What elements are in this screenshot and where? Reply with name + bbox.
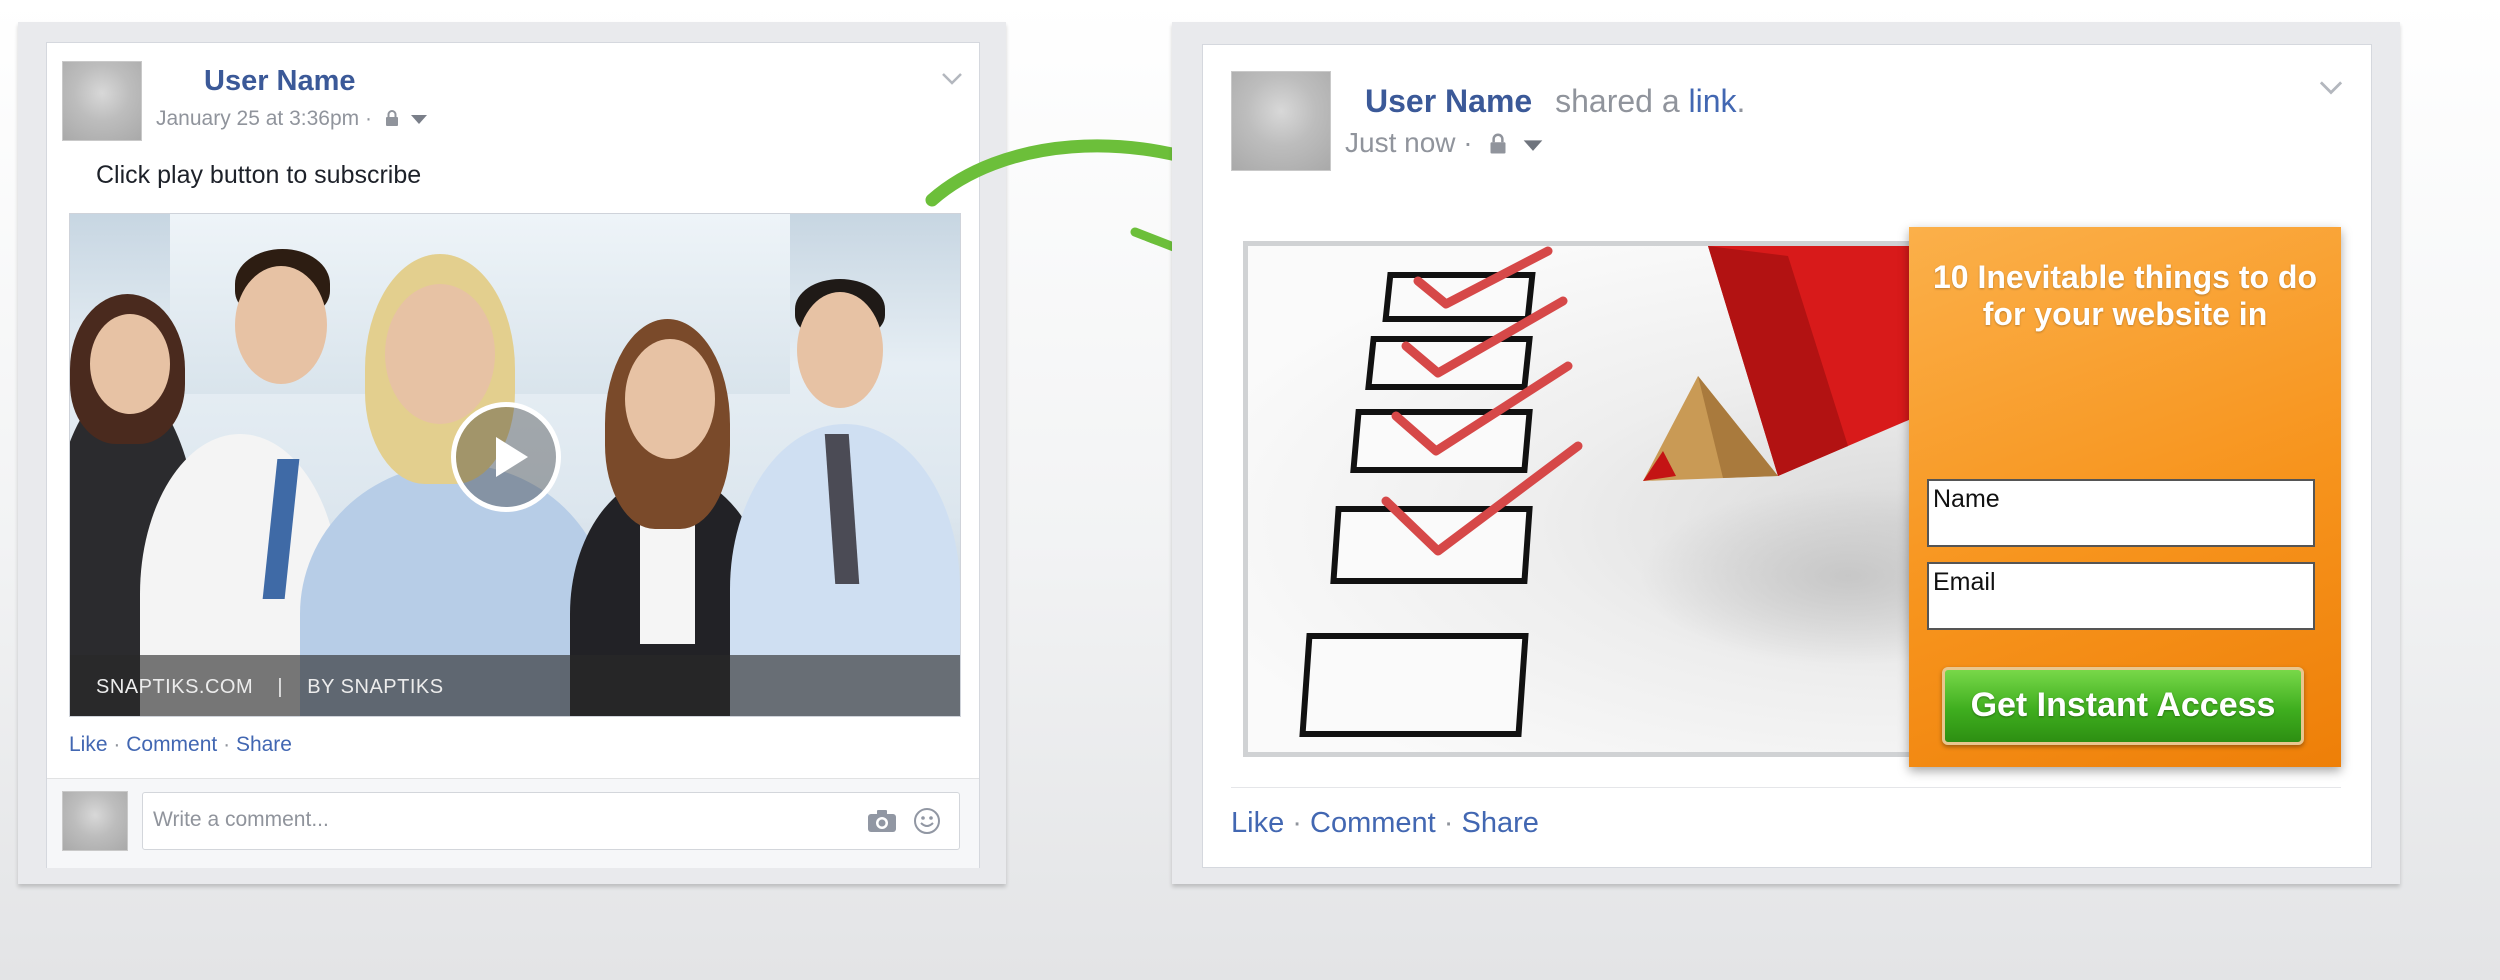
video-thumbnail[interactable]: SNAPTIKS.COM | BY SNAPTIKS <box>69 213 961 717</box>
post-timestamp[interactable]: Just now · <box>1345 127 1544 159</box>
checkbox <box>1299 633 1529 737</box>
commenter-avatar <box>62 791 128 851</box>
user-name-link[interactable]: User Name <box>204 65 356 98</box>
comment-link[interactable]: Comment <box>1310 807 1436 839</box>
separator: · <box>223 733 231 756</box>
post-actions: Like · Comment · Share <box>69 733 292 757</box>
period: . <box>1736 83 1746 119</box>
play-icon <box>496 437 528 477</box>
right-post-card: User Name shared a link. Just now · 10 I… <box>1202 44 2372 868</box>
comment-placeholder: Write a comment... <box>153 808 329 831</box>
divider <box>1231 787 2341 788</box>
comment-input[interactable]: Write a comment... <box>142 792 960 850</box>
avatar[interactable] <box>1231 71 1331 171</box>
head <box>385 284 495 424</box>
video-caption: SNAPTIKS.COM | BY SNAPTIKS <box>96 676 444 698</box>
avatar[interactable] <box>62 61 142 141</box>
separator: · <box>113 733 121 756</box>
post-timestamp[interactable]: January 25 at 3:36pm · <box>156 107 428 131</box>
post-header: User Name shared a link. <box>1365 83 1745 120</box>
lock-icon <box>385 110 398 126</box>
privacy-dropdown-icon[interactable] <box>410 113 428 125</box>
camera-icon[interactable] <box>867 809 897 833</box>
left-post-card: User Name January 25 at 3:36pm · Click p… <box>46 42 980 868</box>
head <box>235 266 327 384</box>
privacy-dropdown-icon[interactable] <box>1522 138 1544 152</box>
separator: · <box>1292 807 1302 839</box>
user-name-link[interactable]: User Name <box>1365 83 1532 119</box>
post-text: Click play button to subscribe <box>96 161 422 189</box>
share-link[interactable]: Share <box>236 733 292 756</box>
optin-headline: 10 Inevitable things to do for your webs… <box>1932 259 2318 332</box>
shared-text: shared a <box>1555 83 1680 119</box>
email-field[interactable]: Email <box>1927 562 2315 630</box>
play-button[interactable] <box>451 402 561 512</box>
head <box>797 292 883 408</box>
head <box>90 314 170 414</box>
comment-link[interactable]: Comment <box>126 733 217 756</box>
separator: · <box>1443 807 1454 839</box>
get-instant-access-button[interactable]: Get Instant Access <box>1942 667 2304 745</box>
name-field[interactable]: Name <box>1927 479 2315 547</box>
chevron-down-icon[interactable] <box>940 71 964 87</box>
shared-link[interactable]: link <box>1689 83 1737 119</box>
like-link[interactable]: Like <box>69 733 108 756</box>
cta-label: Get Instant Access <box>1970 686 2276 724</box>
optin-form: 10 Inevitable things to do for your webs… <box>1909 227 2341 767</box>
email-field-label: Email <box>1933 568 1996 596</box>
chevron-down-icon[interactable] <box>2317 79 2345 97</box>
emoji-icon[interactable] <box>913 807 941 835</box>
share-link[interactable]: Share <box>1462 807 1539 839</box>
like-link[interactable]: Like <box>1231 807 1284 839</box>
head <box>625 339 715 459</box>
lock-icon <box>1490 133 1506 154</box>
post-actions: Like · Comment · Share <box>1231 807 1539 840</box>
name-field-label: Name <box>1933 485 2000 513</box>
